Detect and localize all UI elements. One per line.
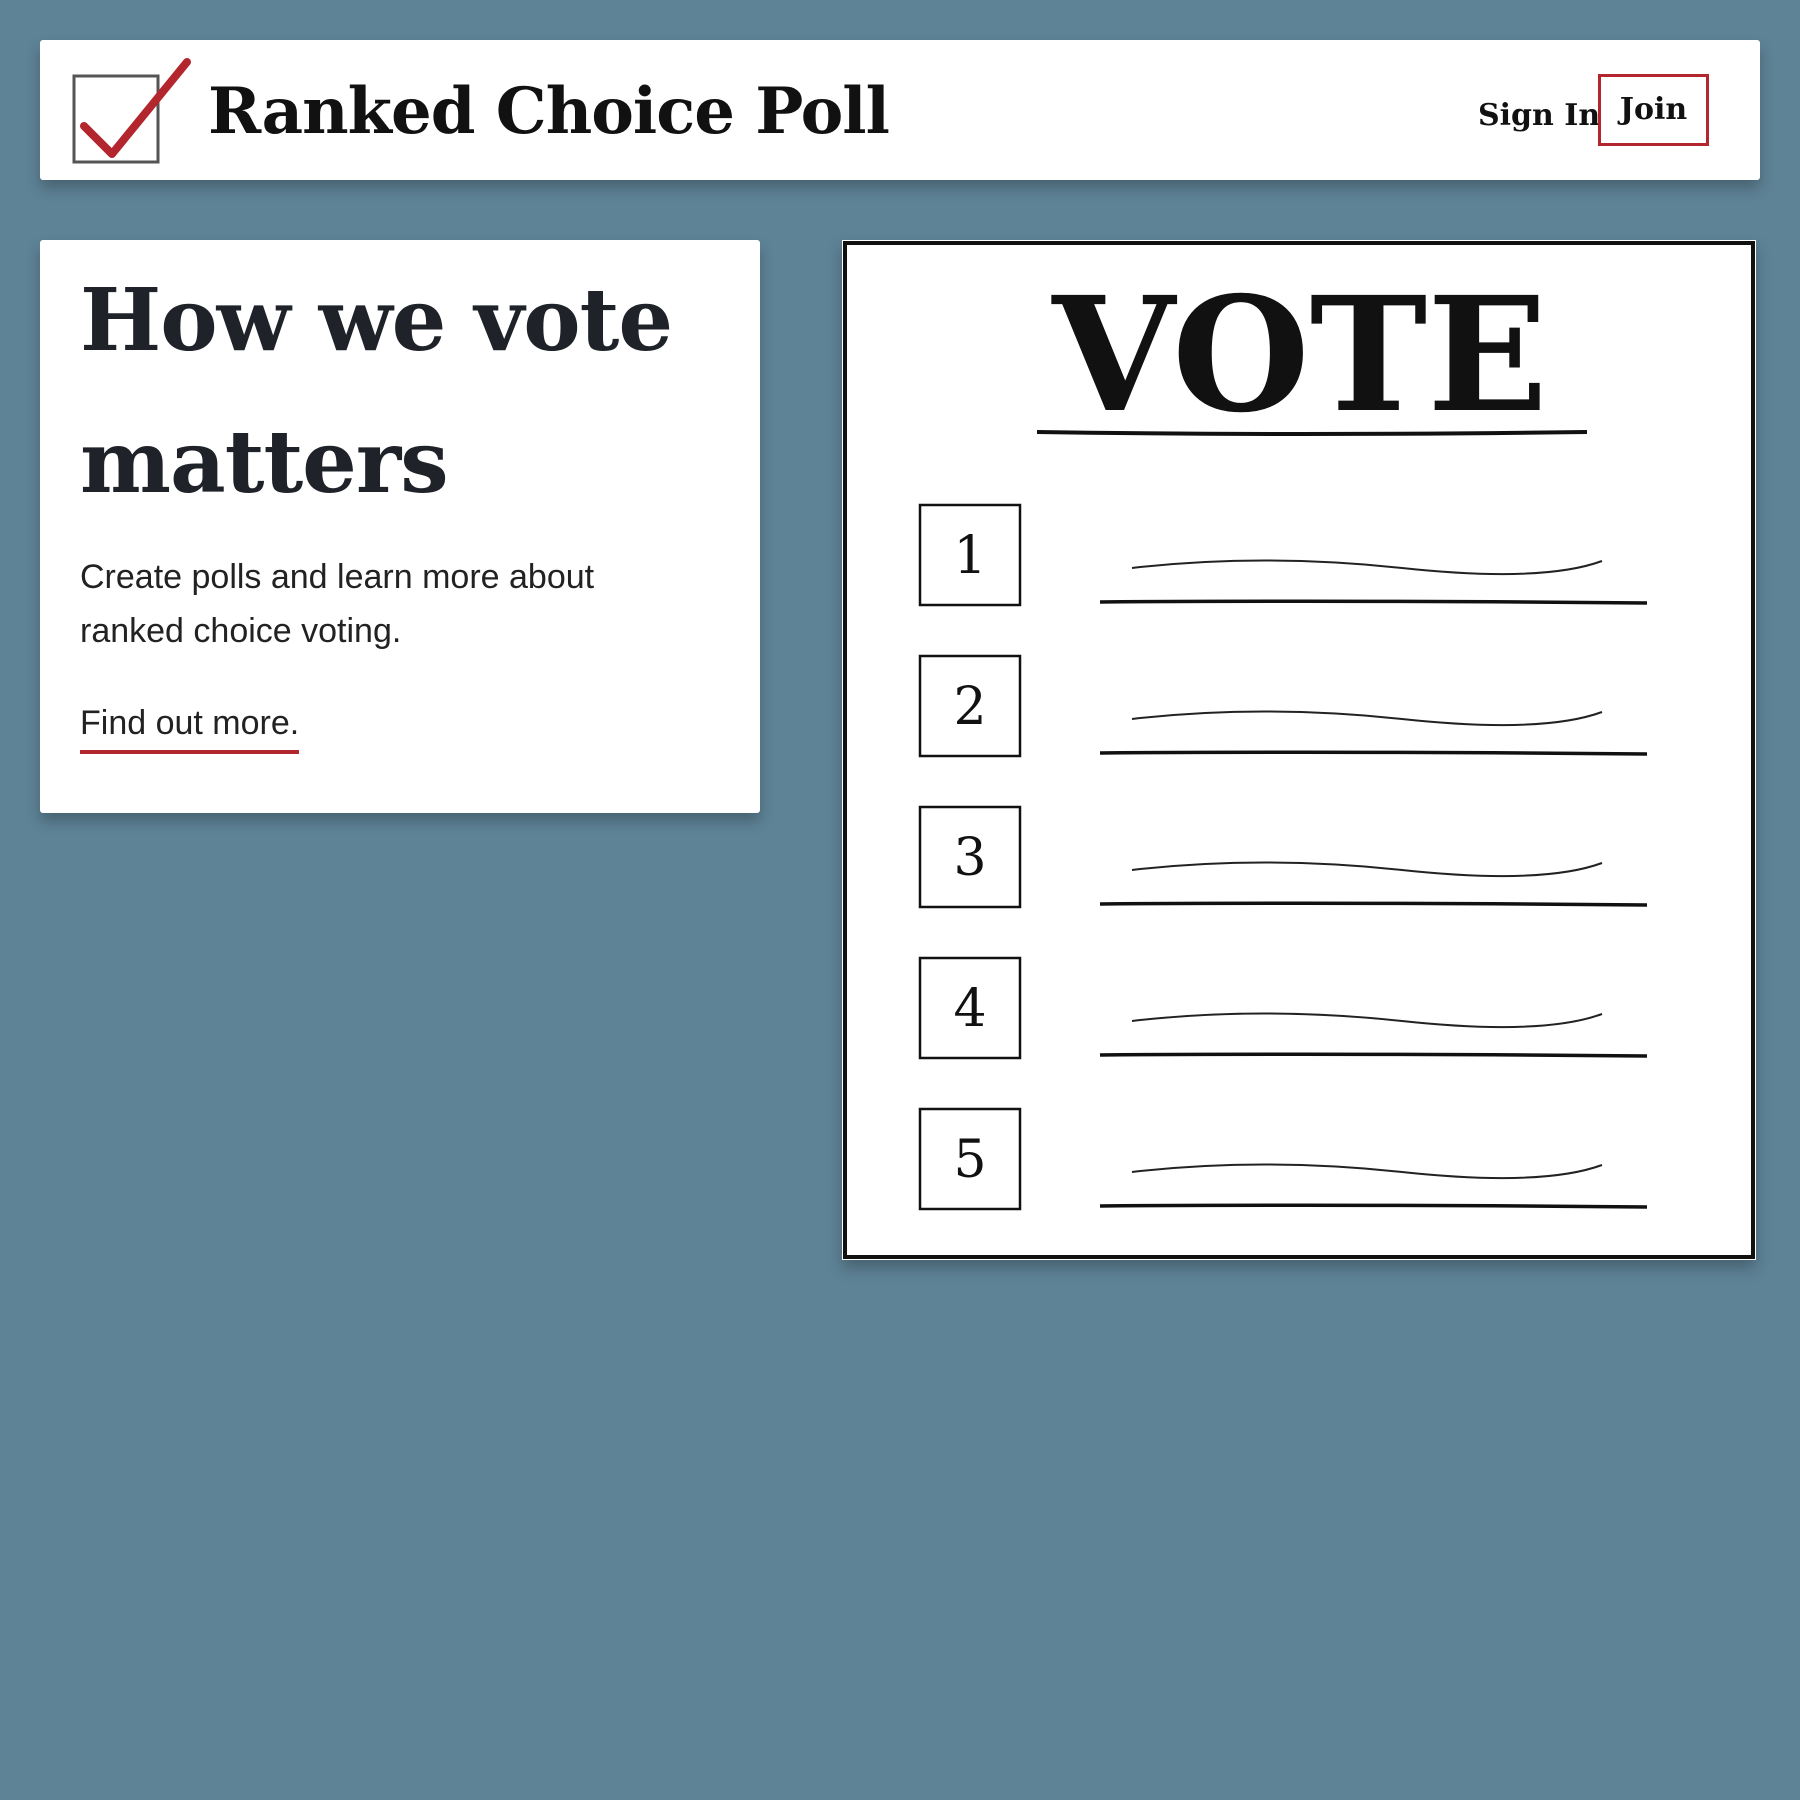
rank-number: 1 xyxy=(953,526,986,586)
answer-line xyxy=(1099,901,1648,907)
find-out-more-link[interactable]: Find out more. xyxy=(80,698,300,754)
rank-number: 2 xyxy=(953,677,986,737)
answer-line xyxy=(1099,1052,1648,1058)
top-navbar: Ranked Choice Poll Sign In Join xyxy=(40,40,1760,180)
site-title[interactable]: Ranked Choice Poll xyxy=(208,72,890,152)
rank-number: 5 xyxy=(953,1130,986,1190)
join-button[interactable]: Join xyxy=(1598,74,1709,146)
hero-title: How we vote matters xyxy=(80,270,673,513)
answer-line xyxy=(1099,599,1648,605)
rank-number: 3 xyxy=(953,828,986,888)
rank-number: 4 xyxy=(953,979,986,1039)
hero-card: How we vote matters Create polls and lea… xyxy=(40,240,760,813)
ballot-drawing: VOTE 1 2 3 4 5 xyxy=(843,241,1755,1259)
checkbox-checkmark-icon[interactable] xyxy=(70,58,200,168)
answer-line xyxy=(1099,1203,1648,1209)
answer-line xyxy=(1099,750,1648,756)
ballot-heading: VOTE xyxy=(1051,263,1547,448)
hero-description: Create polls and learn more about ranked… xyxy=(80,558,595,650)
ballot-illustration: VOTE 1 2 3 4 5 xyxy=(842,240,1756,1260)
sign-in-link[interactable]: Sign In xyxy=(1478,96,1600,136)
